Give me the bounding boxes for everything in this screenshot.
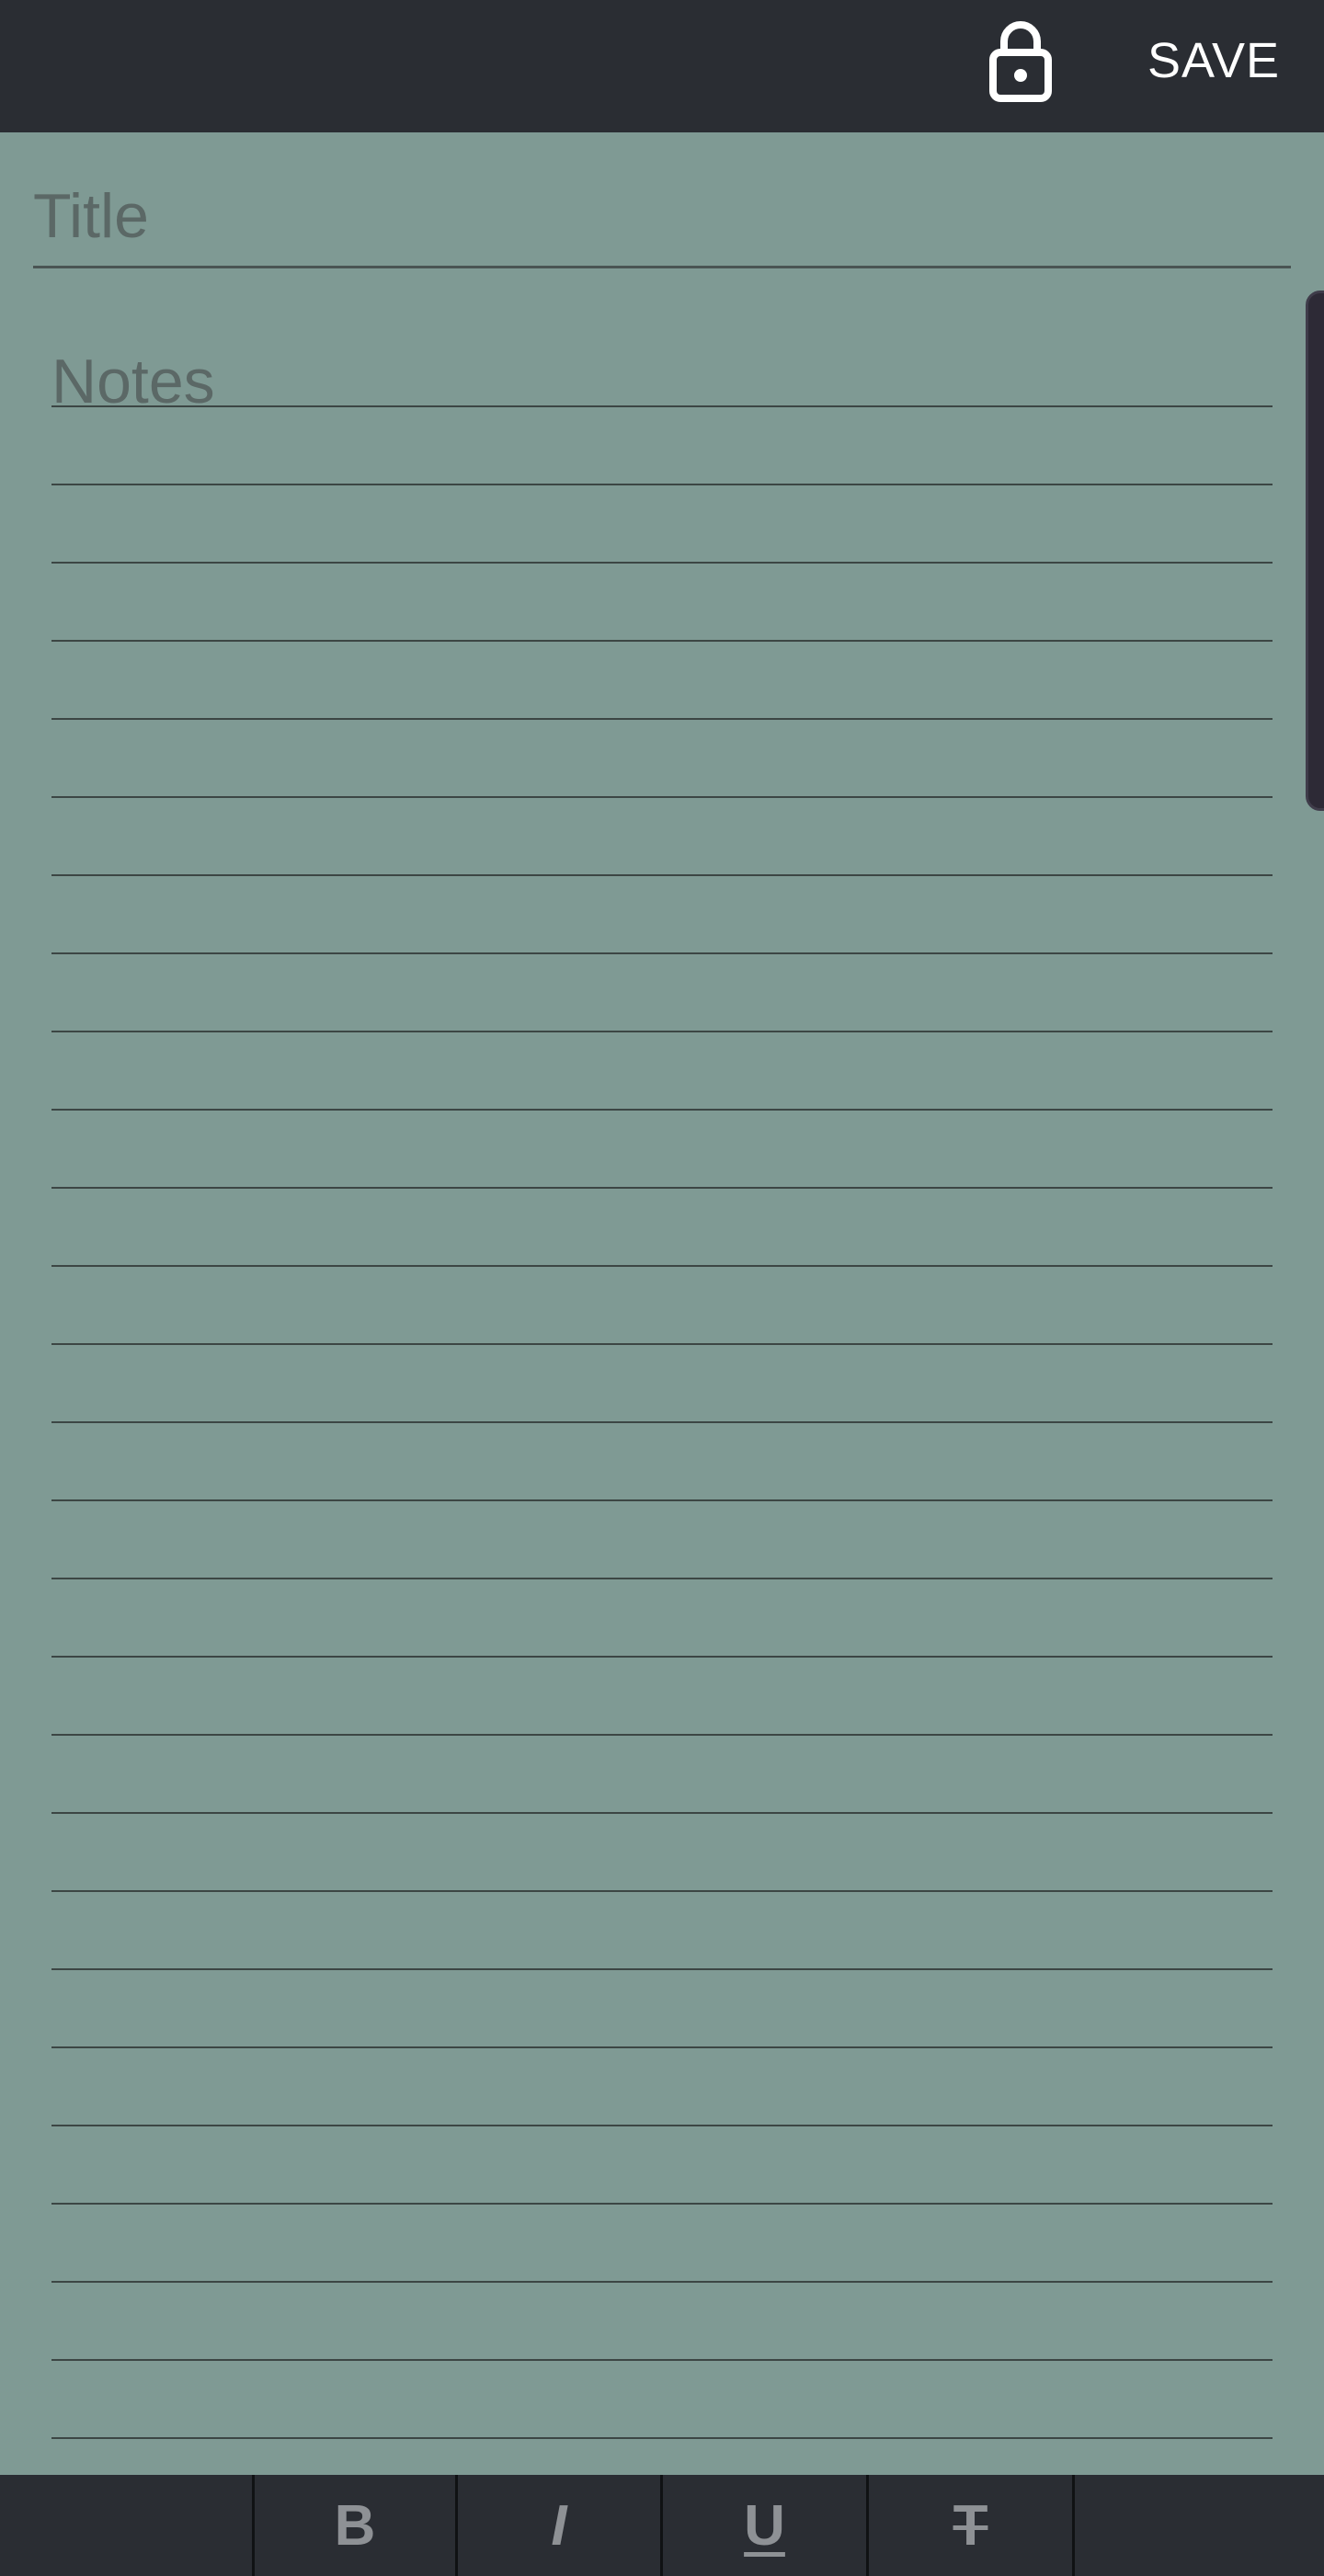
ruled-line [51,1578,1273,1579]
notes-area[interactable]: Notes [51,327,1273,2442]
lock-button[interactable] [982,15,1059,107]
ruled-line [51,1656,1273,1658]
ruled-line [51,1812,1273,1814]
ruled-line [51,2281,1273,2283]
ruled-line [51,2359,1273,2361]
ruled-line [51,1265,1273,1267]
top-app-bar: SAVE [0,0,1324,132]
italic-button[interactable]: I [458,2475,660,2576]
ruled-line [51,952,1273,954]
ruled-line [51,1499,1273,1501]
ruled-line [51,1734,1273,1736]
bold-button[interactable]: B [255,2475,455,2576]
formatting-toolbar: B I U T [0,2475,1324,2576]
ruled-line [51,1343,1273,1345]
title-input[interactable] [33,165,1291,266]
ruled-line [51,2203,1273,2205]
ruled-line [51,1187,1273,1189]
ruled-line [51,718,1273,720]
strikethrough-button[interactable]: T [869,2475,1072,2576]
ruled-line [51,2125,1273,2126]
strikethrough-icon: T [953,2493,988,2558]
toolbar-divider [1072,2475,1075,2576]
underline-icon: U [744,2493,785,2558]
italic-icon: I [551,2493,567,2558]
ruled-line [51,796,1273,798]
ruled-line [51,1109,1273,1111]
ruled-line [51,2046,1273,2048]
save-button[interactable]: SAVE [1147,28,1280,94]
ruled-line [51,405,1273,407]
ruled-line [51,1890,1273,1892]
bold-icon: B [334,2493,376,2558]
ruled-line [51,1968,1273,1970]
scroll-handle[interactable] [1306,291,1324,811]
underline-button[interactable]: U [663,2475,866,2576]
ruled-line [51,2437,1273,2439]
ruled-line [51,484,1273,485]
ruled-line [51,1031,1273,1032]
lock-icon [989,21,1052,102]
ruled-line [51,874,1273,876]
title-field [33,165,1291,268]
ruled-line [51,562,1273,564]
ruled-line [51,1421,1273,1423]
ruled-line [51,640,1273,642]
